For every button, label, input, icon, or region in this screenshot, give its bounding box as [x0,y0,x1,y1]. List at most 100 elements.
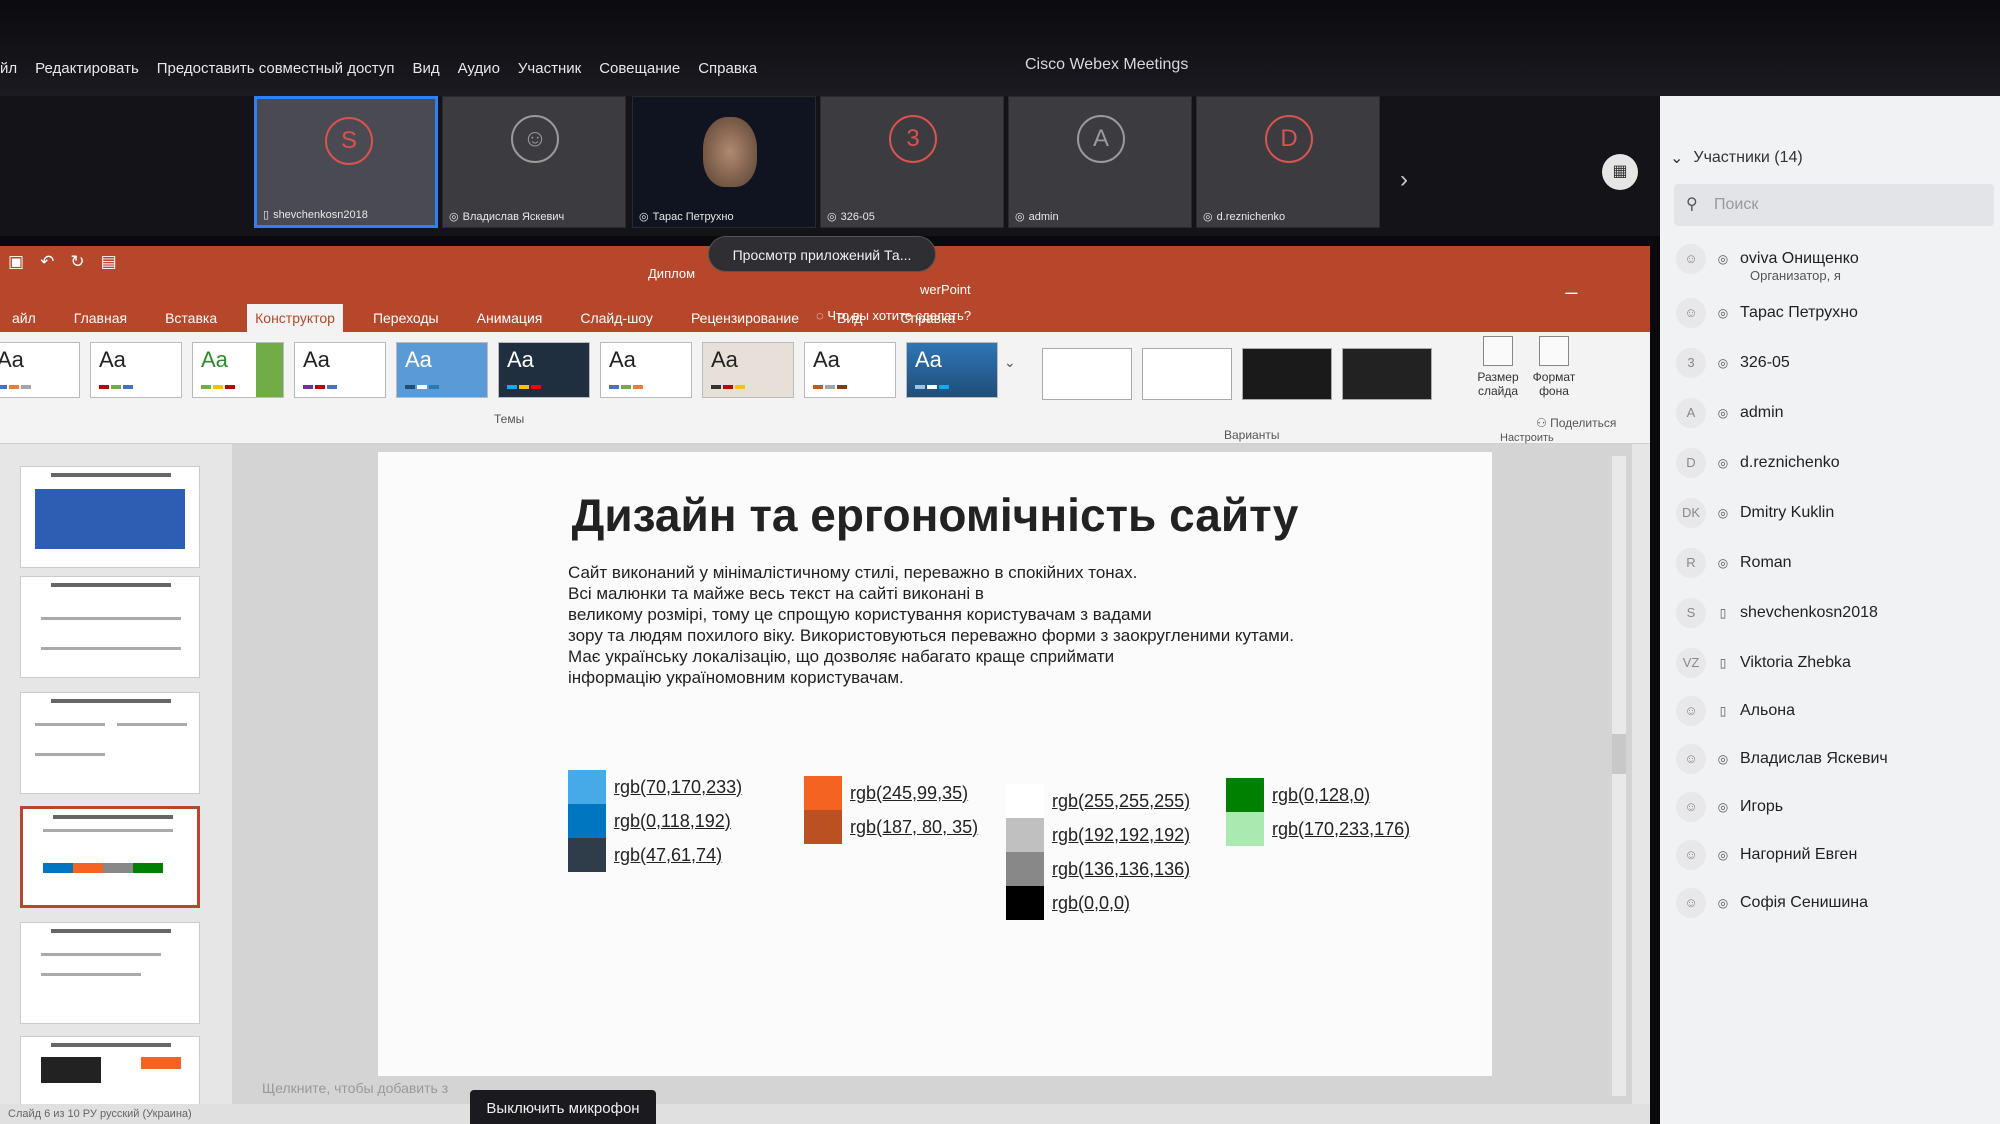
theme-option[interactable]: Aa [192,342,284,398]
participant-row[interactable]: ☺ ▯ Альона [1660,688,2000,734]
menu-participant[interactable]: Участник [518,60,581,77]
variant-option[interactable] [1142,348,1232,400]
video-tile[interactable]: ◎ Тарас Петрухно [632,96,816,228]
view-apps-tooltip[interactable]: Просмотр приложений Та... [708,236,936,272]
chevron-right-icon[interactable]: › [1400,166,1408,194]
menu-share[interactable]: Предоставить совместный доступ [157,60,395,77]
color-group-gray: rgb(255,255,255) rgb(192,192,192) rgb(13… [1006,784,1190,920]
participant-row[interactable]: D ◎ d.reznichenko [1660,440,2000,486]
slide-size-button[interactable]: Размер слайда [1470,336,1526,398]
participant-row[interactable]: S ▯ shevchenkosn2018 [1660,590,2000,636]
theme-option[interactable]: Aa [804,342,896,398]
theme-option[interactable]: Aa [498,342,590,398]
video-tile[interactable]: 3 ◎ 326-05 [820,96,1004,228]
tab-insert[interactable]: Вставка [157,304,225,332]
tell-me-search[interactable]: ◌ Что вы хотите сделать? [816,308,971,323]
tab-design[interactable]: Конструктор [247,304,343,332]
tab-animations[interactable]: Анимация [469,304,551,332]
user-icon: ☺ [1676,744,1706,774]
theme-option[interactable]: Aa [294,342,386,398]
participant-avatar: 3 [1676,348,1706,378]
user-icon: ☺ [511,115,559,163]
notes-placeholder[interactable]: Щелкните, чтобы добавить з [262,1080,448,1096]
tab-slideshow[interactable]: Слайд-шоу [572,304,661,332]
theme-option[interactable]: Aa [600,342,692,398]
participant-row[interactable]: DK ◎ Dmitry Kuklin [1660,490,2000,536]
headset-icon: ◎ [1203,211,1213,223]
slide-thumbnail[interactable] [20,576,200,678]
slide-canvas[interactable]: Дизайн та ергономічність сайту Сайт вико… [378,452,1492,1076]
variant-option[interactable] [1342,348,1432,400]
participant-row[interactable]: ☺ ◎ oviva Онищенко Организатор, я [1660,236,2000,283]
video-tile[interactable]: A ◎ admin [1008,96,1192,228]
variant-option[interactable] [1242,348,1332,400]
paint-bucket-icon [1539,336,1569,366]
vertical-scrollbar[interactable] [1612,456,1626,1096]
color-row: rgb(0,118,192) [568,804,742,838]
scrollbar-thumb[interactable] [1612,734,1626,774]
tab-transitions[interactable]: Переходы [365,304,447,332]
video-tile-name: 326-05 [840,210,875,223]
present-icon[interactable]: ▤ [101,252,117,272]
share-button[interactable]: ⚇ Поделиться [1536,416,1616,430]
participants-search-input[interactable]: ⚲ Поиск [1674,184,1994,226]
slide-body-text[interactable]: Сайт виконаний у мінімалістичному стилі,… [568,562,1428,688]
participant-avatar: A [1676,398,1706,428]
slide-thumbnail[interactable] [20,922,200,1024]
slide-thumbnail[interactable] [20,806,200,908]
theme-option[interactable]: Aa [0,342,80,398]
tab-home[interactable]: Главная [66,304,135,332]
format-background-button[interactable]: Формат фона [1526,336,1582,398]
chevron-down-icon[interactable]: ⌄ [1004,354,1016,371]
video-tile[interactable]: S ▯ shevchenkosn2018 [254,96,438,228]
color-swatch [804,776,842,810]
menu-view[interactable]: Вид [412,60,439,77]
redo-icon[interactable]: ↻ [70,252,84,272]
headset-icon: ◎ [1717,752,1729,766]
participant-row[interactable]: ☺ ◎ Софія Сенишина [1660,880,2000,926]
menu-audio[interactable]: Аудио [458,60,500,77]
participant-row[interactable]: ☺ ◎ Нагорний Евген [1660,832,2000,878]
menu-help[interactable]: Справка [698,60,757,77]
participant-row[interactable]: A ◎ admin [1660,390,2000,436]
video-tile[interactable]: D ◎ d.reznichenko [1196,96,1380,228]
theme-option[interactable]: Aa [702,342,794,398]
undo-icon[interactable]: ↶ [40,252,54,272]
headset-icon: ◎ [449,211,459,223]
user-icon: ☺ [1676,244,1706,274]
headset-icon: ◎ [1717,252,1729,266]
video-tile[interactable]: ☺ ◎ Владислав Яскевич [442,96,626,228]
theme-option[interactable]: Aa [396,342,488,398]
participant-row[interactable]: VZ ▯ Viktoria Zhebka [1660,640,2000,686]
tab-review[interactable]: Рецензирование [683,304,807,332]
powerpoint-window: ▣ ↶ ↻ ▤ Диплом werPoint — ❐ ✕ айл Главна… [0,246,1650,1124]
user-icon: ☺ [1676,792,1706,822]
participant-avatar: VZ [1676,648,1706,678]
theme-option[interactable]: Aa [906,342,998,398]
webex-menu: йл Редактировать Предоставить совместный… [0,60,757,77]
color-group-green: rgb(0,128,0) rgb(170,233,176) [1226,778,1410,846]
menu-edit[interactable]: Редактировать [35,60,139,77]
participant-row[interactable]: ☺ ◎ Тарас Петрухно [1660,290,2000,336]
participant-row[interactable]: ☺ ◎ Владислав Яскевич [1660,736,2000,782]
tab-file[interactable]: айл [4,304,44,332]
chevron-down-icon: ⌄ [1670,150,1684,167]
video-tile-name: d.reznichenko [1216,210,1286,223]
save-icon[interactable]: ▣ [8,252,24,272]
participants-header[interactable]: ⌄ Участники (14) [1670,148,1803,168]
participant-row[interactable]: ☺ ◎ Игорь [1660,784,2000,830]
slide-thumbnail[interactable] [20,692,200,794]
slide-thumbnail[interactable] [20,466,200,568]
menu-file[interactable]: йл [0,60,17,77]
theme-option[interactable]: Aa [90,342,182,398]
webex-menubar: йл Редактировать Предоставить совместный… [0,0,2000,96]
phone-icon: ▯ [1719,656,1727,670]
calendar-icon[interactable]: ▦ [1602,154,1638,190]
mute-microphone-button[interactable]: Выключить микрофон [470,1090,656,1124]
variant-option[interactable] [1042,348,1132,400]
menu-meeting[interactable]: Совещание [599,60,680,77]
participant-row[interactable]: 3 ◎ 326-05 [1660,340,2000,386]
participant-row[interactable]: R ◎ Roman [1660,540,2000,586]
color-row: rgb(136,136,136) [1006,852,1190,886]
slide-title[interactable]: Дизайн та ергономічність сайту [378,488,1492,542]
